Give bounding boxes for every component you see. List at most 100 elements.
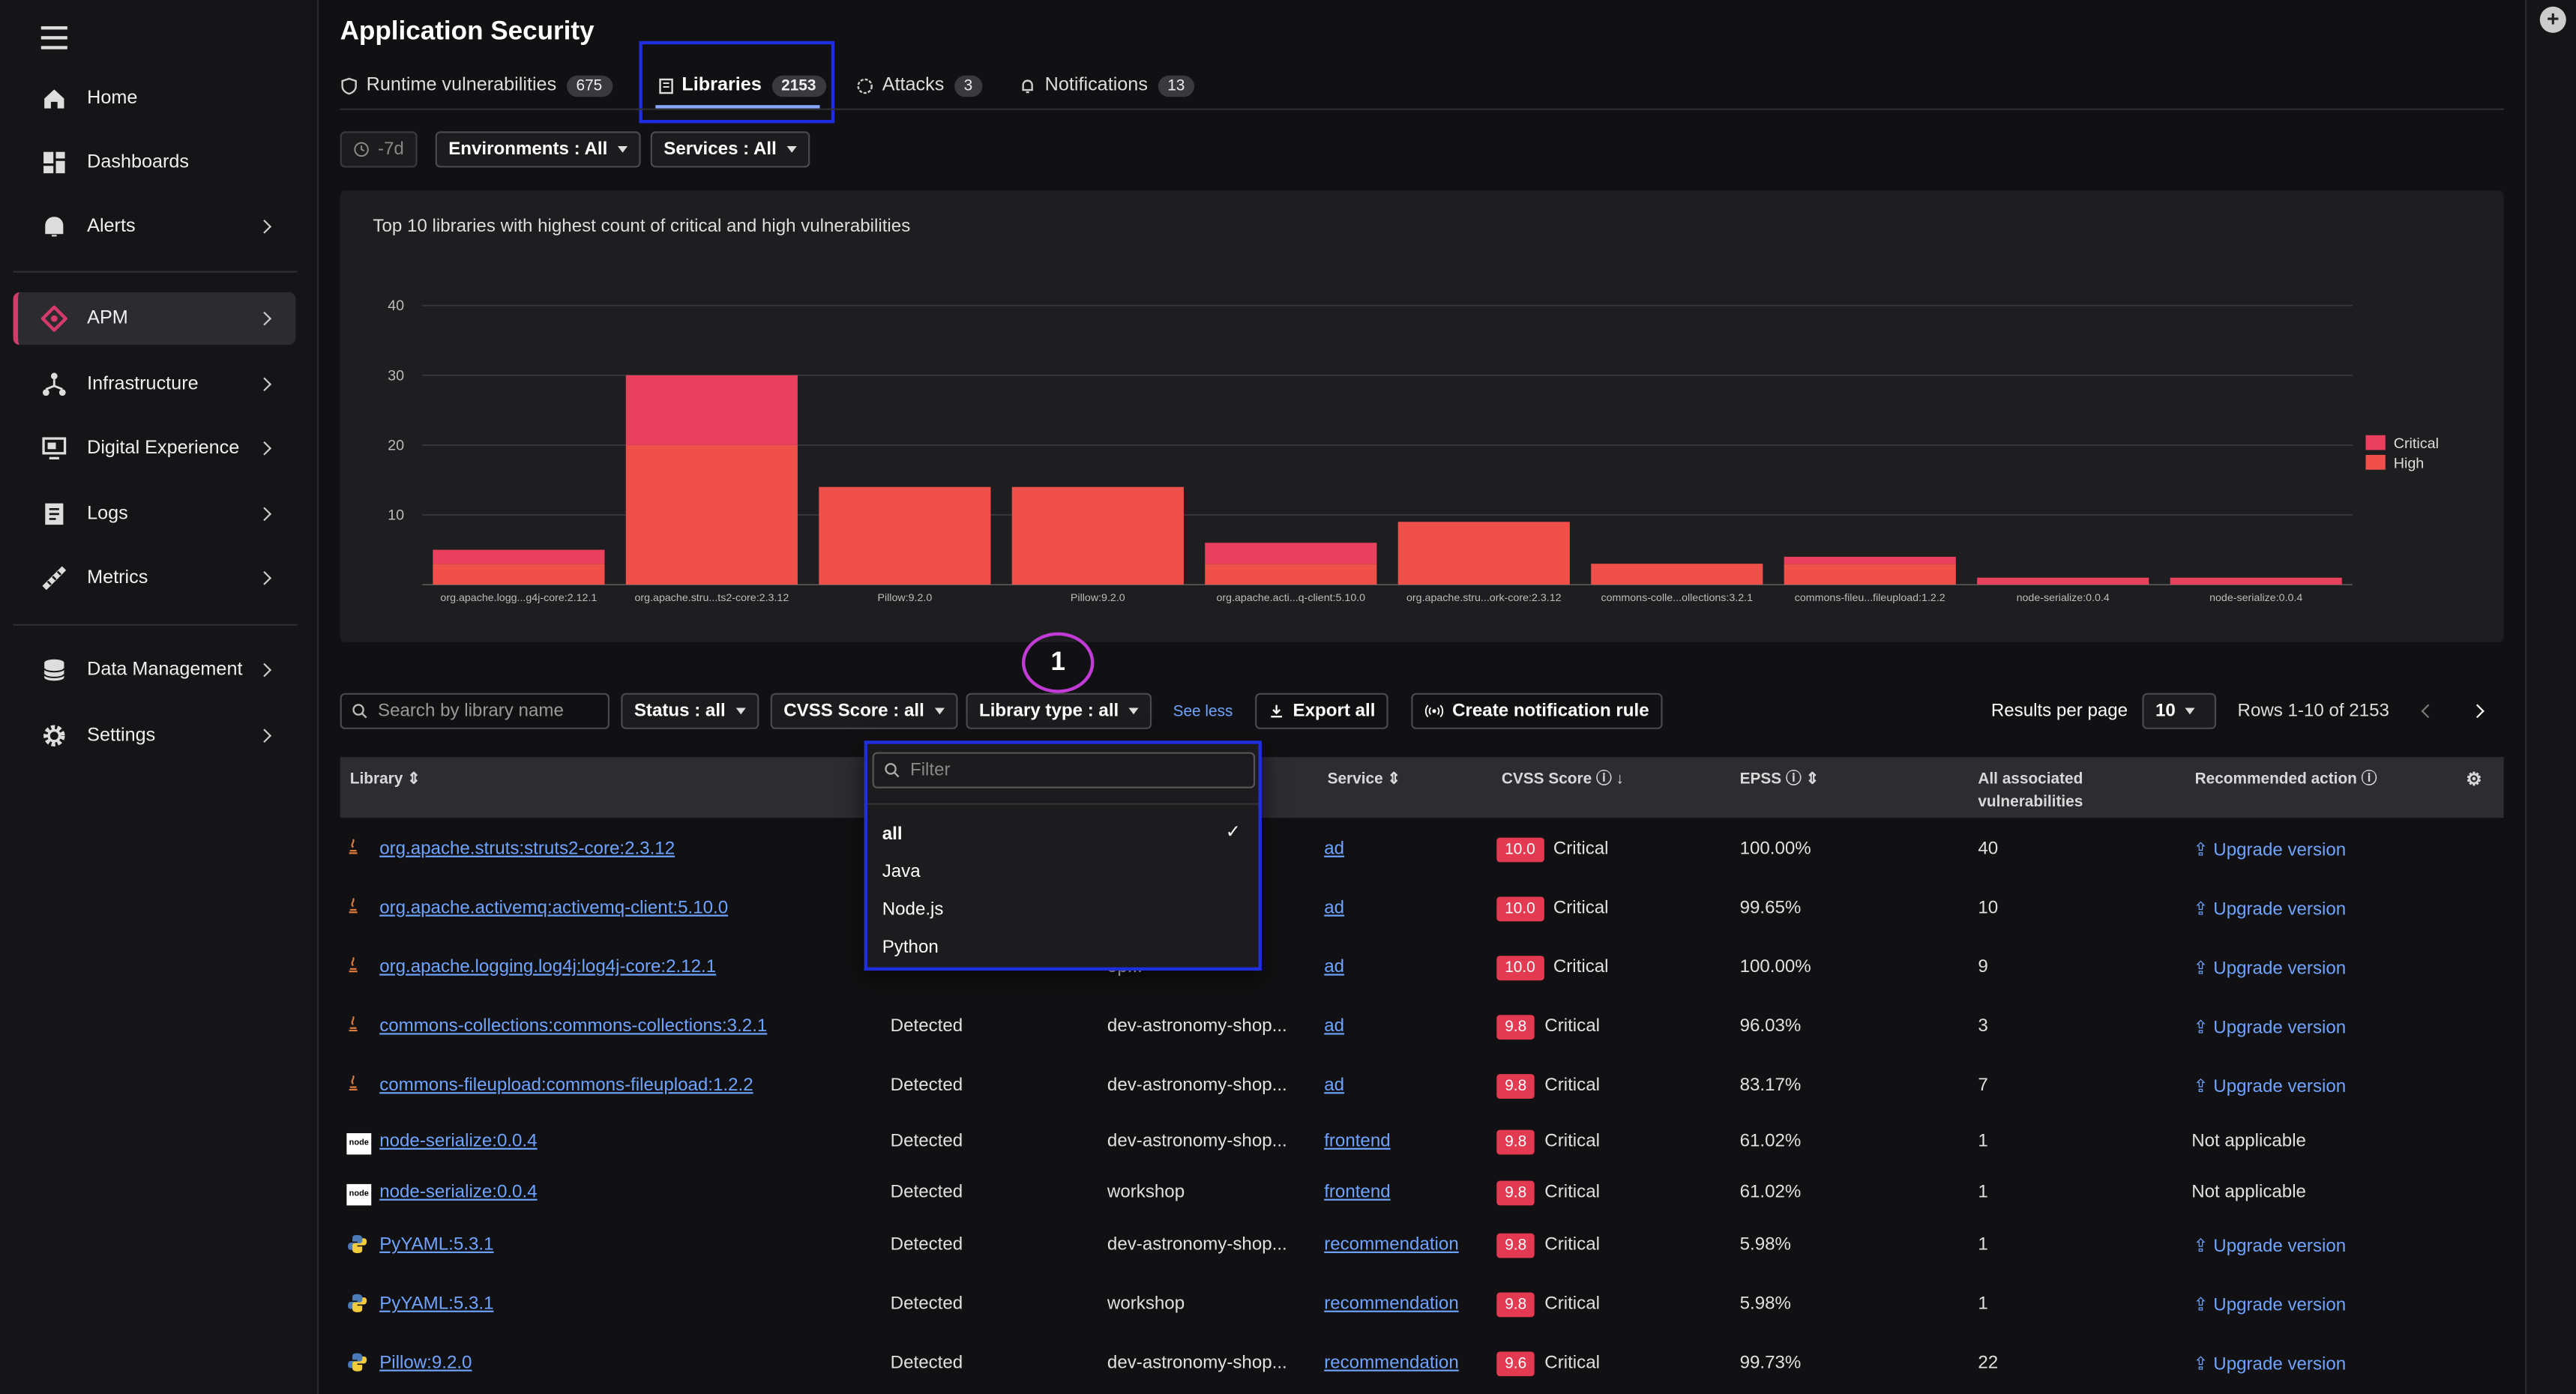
chart-panel: Top 10 libraries with highest count of c… xyxy=(340,190,2504,642)
y-tick-label: 40 xyxy=(388,298,404,314)
see-less-link[interactable]: See less xyxy=(1173,703,1233,721)
previous-page-icon[interactable] xyxy=(2421,704,2436,719)
service-link[interactable]: recommendation xyxy=(1324,1294,1459,1314)
library-name-link[interactable]: org.apache.logging.log4j:log4j-core:2.12… xyxy=(379,958,716,977)
column-header-all-vulnerabilities[interactable]: All associated vulnerabilities xyxy=(1978,769,2109,815)
dropdown-option-nodejs[interactable]: Node.js xyxy=(882,900,944,920)
service-link[interactable]: ad xyxy=(1324,1075,1344,1095)
shield-icon xyxy=(341,76,357,94)
table-row[interactable]: node node-serialize:0.0.4 Detected dev-astr… xyxy=(340,1117,2504,1173)
column-header-service[interactable]: Service ⇕ xyxy=(1328,769,1400,792)
sidebar-item-alerts[interactable]: Alerts xyxy=(13,200,296,253)
time-range-filter[interactable]: -7d xyxy=(340,131,418,168)
vulnerability-count-cell: 3 xyxy=(1978,1016,1988,1037)
column-header-label: Service xyxy=(1327,770,1383,788)
library-type-filter[interactable]: Library type : all xyxy=(966,693,1152,729)
service-link[interactable]: ad xyxy=(1324,839,1344,859)
library-name-link[interactable]: node-serialize:0.0.4 xyxy=(379,1183,537,1202)
sidebar-item-data-management[interactable]: Data Management xyxy=(13,644,296,696)
upgrade-version-link[interactable]: ⇪ Upgrade version xyxy=(2193,839,2346,860)
service-link[interactable]: ad xyxy=(1324,958,1344,977)
x-tick-label: org.apache.acti...q-client:5.10.0 xyxy=(1217,592,1366,604)
table-row[interactable]: node node-serialize:0.0.4 Detected workshop… xyxy=(340,1168,2504,1224)
dropdown-option-python[interactable]: Python xyxy=(882,938,939,957)
sidebar-item-settings[interactable]: Settings xyxy=(13,710,296,762)
upgrade-version-link[interactable]: ⇪ Upgrade version xyxy=(2193,1075,2346,1096)
bar-critical xyxy=(433,549,605,564)
service-link[interactable]: frontend xyxy=(1324,1132,1390,1151)
add-widget-icon[interactable]: + xyxy=(2539,6,2566,33)
sidebar-item-home[interactable]: Home xyxy=(13,72,296,124)
dropdown-option-java[interactable]: Java xyxy=(882,862,921,881)
bar-high xyxy=(1784,564,1956,585)
sidebar-item-logs[interactable]: Logs xyxy=(13,488,296,540)
hamburger-menu-icon[interactable] xyxy=(40,26,67,49)
upgrade-version-link[interactable]: ⇪ Upgrade version xyxy=(2193,1235,2346,1256)
tab-notifications[interactable]: Notifications 13 xyxy=(1019,72,1195,98)
table-row[interactable]: PyYAML:5.3.1 Detected workshop recommendati… xyxy=(340,1279,2504,1336)
clock-icon xyxy=(354,142,369,157)
library-name-link[interactable]: PyYAML:5.3.1 xyxy=(379,1294,493,1314)
table-row[interactable]: org.apache.activemq:activemq-client:5.10… xyxy=(340,884,2504,940)
library-name-link[interactable]: org.apache.struts:struts2-core:2.3.12 xyxy=(379,839,675,859)
upgrade-version-link[interactable]: ⇪ Upgrade version xyxy=(2193,1294,2346,1315)
column-header-cvss[interactable]: CVSS Score ⓘ ↓ xyxy=(1502,769,1624,792)
library-name-link[interactable]: node-serialize:0.0.4 xyxy=(379,1132,537,1151)
results-per-page-select[interactable]: 10 xyxy=(2142,693,2217,729)
infrastructure-icon xyxy=(40,369,69,399)
upgrade-version-link[interactable]: ⇪ Upgrade version xyxy=(2193,1016,2346,1038)
dropdown-filter-input[interactable]: Filter xyxy=(872,752,1256,788)
upgrade-version-link[interactable]: ⇪ Upgrade version xyxy=(2193,1354,2346,1375)
sidebar-item-digital-experience[interactable]: Digital Experience xyxy=(13,422,296,474)
library-name-link[interactable]: PyYAML:5.3.1 xyxy=(379,1235,493,1255)
service-link[interactable]: recommendation xyxy=(1324,1235,1459,1255)
library-name-link[interactable]: commons-collections:commons-collections:… xyxy=(379,1016,767,1036)
table-row[interactable]: commons-collections:commons-collections:… xyxy=(340,1002,2504,1058)
sidebar-item-infrastructure[interactable]: Infrastructure xyxy=(13,358,296,411)
checkmark-icon: ✓ xyxy=(1225,822,1241,843)
service-link[interactable]: ad xyxy=(1324,1016,1344,1036)
next-page-icon[interactable] xyxy=(2470,704,2485,719)
tab-runtime-vulnerabilities[interactable]: Runtime vulnerabilities 675 xyxy=(340,72,613,98)
service-link[interactable]: frontend xyxy=(1324,1183,1390,1202)
epss-cell: 83.17% xyxy=(1739,1075,1802,1096)
table-settings-gear-icon[interactable]: ⚙ xyxy=(2466,769,2482,792)
library-name-link[interactable]: Pillow:9.2.0 xyxy=(379,1354,472,1373)
action-label: Upgrade version xyxy=(2213,1237,2347,1257)
table-row[interactable]: commons-fileupload:commons-fileupload:1.… xyxy=(340,1061,2504,1117)
table-row[interactable]: PyYAML:5.3.1 Detected dev-astronomy-shop..… xyxy=(340,1220,2504,1276)
sidebar-item-apm[interactable]: APM xyxy=(13,292,296,346)
service-link[interactable]: recommendation xyxy=(1324,1354,1459,1373)
info-icon: ⓘ xyxy=(1785,770,1802,788)
table-row[interactable]: org.apache.logging.log4j:log4j-core:2.12… xyxy=(340,943,2504,999)
environments-filter[interactable]: Environments : All xyxy=(435,131,641,168)
sidebar-item-metrics[interactable]: Metrics xyxy=(13,552,296,604)
environment-cell: dev-astronomy-shop... xyxy=(1107,1131,1287,1152)
cvss-filter[interactable]: CVSS Score : all xyxy=(770,693,957,729)
status-filter[interactable]: Status : all xyxy=(621,693,759,729)
sidebar-item-dashboards[interactable]: Dashboards xyxy=(13,136,296,189)
caret-down-icon xyxy=(1128,707,1139,715)
x-tick-label: org.apache.stru...ts2-core:2.3.12 xyxy=(635,592,789,604)
library-name-link[interactable]: commons-fileupload:commons-fileupload:1.… xyxy=(379,1075,753,1095)
create-notification-rule-button[interactable]: Create notification rule xyxy=(1411,693,1663,729)
vulnerability-count-cell: 9 xyxy=(1978,957,1988,977)
upgrade-version-link[interactable]: ⇪ Upgrade version xyxy=(2193,899,2346,920)
services-filter[interactable]: Services : All xyxy=(650,131,810,168)
cvss-score-badge: 10.0 xyxy=(1496,956,1544,981)
tab-attacks[interactable]: Attacks 3 xyxy=(856,72,983,98)
table-row[interactable]: Pillow:9.2.0 Detected dev-astronomy-shop..… xyxy=(340,1339,2504,1394)
bar-high xyxy=(625,444,798,585)
service-link[interactable]: ad xyxy=(1324,899,1344,918)
library-name-link[interactable]: org.apache.activemq:activemq-client:5.10… xyxy=(379,899,728,918)
export-all-button[interactable]: Export all xyxy=(1255,693,1388,729)
java-icon xyxy=(346,896,360,920)
dropdown-option-all[interactable]: all xyxy=(882,824,903,844)
upgrade-version-link[interactable]: ⇪ Upgrade version xyxy=(2193,958,2346,979)
column-header-recommended-action[interactable]: Recommended action ⓘ xyxy=(2195,769,2377,792)
library-type-filter-label: Library type : all xyxy=(979,701,1119,721)
column-header-library[interactable]: Library ⇕ xyxy=(350,769,421,792)
table-row[interactable]: org.apache.struts:struts2-core:2.3.12op.… xyxy=(340,824,2504,881)
library-search-input[interactable]: Search by library name xyxy=(340,693,610,729)
column-header-epss[interactable]: EPSS ⓘ ⇕ xyxy=(1740,769,1819,792)
